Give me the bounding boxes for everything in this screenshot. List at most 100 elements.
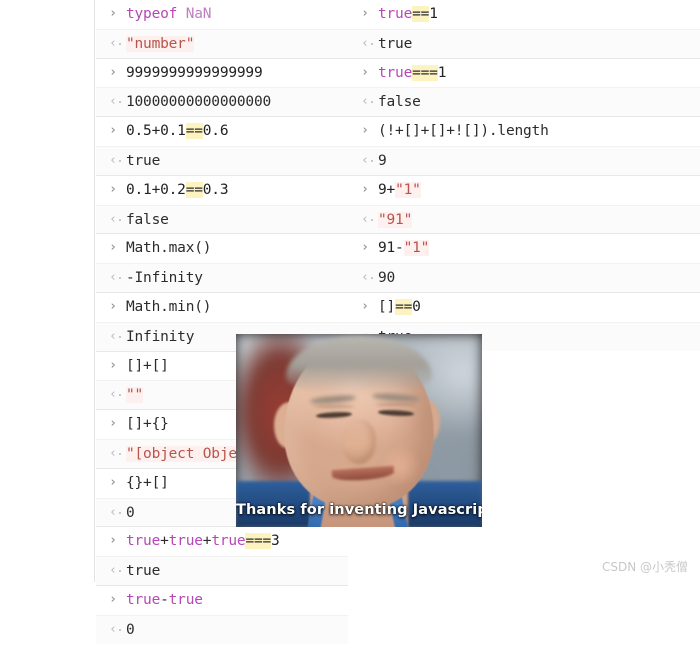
prompt-output-icon: ‹ — [356, 264, 374, 293]
console-expression: 0.1+0.2==0.3 — [126, 181, 229, 198]
meme-image: Thanks for inventing Javascript — [236, 334, 482, 527]
console-log-group[interactable]: › true-true ‹ 0 — [96, 585, 348, 644]
console-output-row[interactable]: ‹ -Infinity — [96, 263, 348, 292]
console-result-string: "number" — [126, 35, 195, 52]
console-result-number: 0 — [126, 504, 135, 521]
console-log-group[interactable]: › 9+"1" ‹ "91" — [348, 175, 700, 235]
console-expression: (!+[]+[]+![]).length — [378, 123, 549, 139]
code-token-kw: true — [378, 64, 413, 81]
code-token-kw: true — [168, 533, 203, 550]
console-output-row[interactable]: ‹ 90 — [348, 263, 700, 292]
code-token-hl: == — [185, 181, 203, 198]
prompt-input-icon: › — [361, 123, 369, 139]
csdn-watermark: CSDN @小秃僧 — [601, 560, 688, 574]
console-output-row[interactable]: ‹true — [96, 145, 348, 175]
prompt-input-icon: › — [109, 357, 117, 373]
console-result-boolean: false — [378, 94, 421, 111]
code-token-plain: {}+[] — [126, 474, 169, 491]
prompt-output-icon: ‹ — [356, 206, 374, 235]
code-token-num: 3 — [271, 533, 280, 550]
console-input-row[interactable]: › true==1 — [348, 0, 700, 29]
console-output-row[interactable]: ‹ "91" — [348, 204, 700, 235]
prompt-input-icon: › — [109, 6, 117, 21]
prompt-input-icon: › — [361, 298, 369, 314]
console-input-row[interactable]: › true===1 — [348, 58, 700, 88]
console-output-row[interactable]: ‹ "number" — [96, 28, 348, 58]
console-log-group[interactable]: › Math.max() ‹ -Infinity — [96, 234, 348, 293]
console-output-row[interactable]: ‹ false — [348, 87, 700, 117]
console-output-row[interactable]: ‹ false — [96, 204, 348, 235]
code-token-hl: === — [412, 64, 438, 81]
code-token-num: 9999999999999999 — [126, 64, 263, 81]
console-output-row[interactable]: ‹true — [96, 556, 348, 585]
code-token-plain: [] — [378, 298, 396, 315]
prompt-output-icon: ‹ — [356, 30, 374, 59]
code-token-plain: []+[] — [126, 357, 169, 374]
meme-caption: Thanks for inventing Javascript — [236, 502, 482, 518]
console-log-group[interactable]: › true===1 ‹ false — [348, 58, 700, 118]
console-input-row[interactable]: › []==0 — [348, 292, 700, 322]
console-log-group[interactable]: › 0.5+0.1==0.6 ‹ true — [96, 117, 348, 176]
code-token-plain: Math.max() — [126, 240, 212, 257]
code-token-kw: true — [211, 533, 246, 550]
console-log-group[interactable]: › 91-"1" ‹ 90 — [348, 234, 700, 293]
code-token-plain: - — [160, 591, 169, 608]
console-result-number: Infinity — [126, 328, 195, 345]
console-output-row[interactable]: ‹true — [348, 28, 700, 59]
code-token-kw: typeof — [126, 6, 178, 22]
console-output-row[interactable]: ‹ 9 — [348, 145, 700, 175]
console-expression: true-true — [126, 592, 203, 608]
prompt-output-icon: ‹ — [104, 206, 122, 235]
code-token-kw: true — [168, 591, 203, 608]
console-input-row[interactable]: › (!+[]+[]+![]).length — [348, 117, 700, 146]
console-input-row[interactable]: › Math.min() — [96, 292, 348, 322]
console-expression: 0.5+0.1==0.6 — [126, 123, 229, 140]
prompt-output-icon: ‹ — [104, 381, 122, 410]
console-log-group[interactable]: › true+true+true===3 ‹ true — [96, 527, 348, 586]
code-token-num: 0 — [412, 298, 421, 315]
console-expression: []==0 — [378, 298, 421, 315]
prompt-output-icon: ‹ — [356, 88, 374, 117]
console-log-group[interactable]: › true==1 ‹ true — [348, 0, 700, 59]
prompt-output-icon: ‹ — [104, 88, 122, 117]
code-token-num: 0.5+0.1 — [126, 123, 186, 140]
console-input-row[interactable]: › 0.5+0.1==0.6 — [96, 117, 348, 146]
code-token-num: 91- — [378, 240, 404, 257]
console-log-group[interactable]: › 9999999999999999 ‹ 10000000000000000 — [96, 58, 348, 118]
console-input-row[interactable]: › 91-"1" — [348, 234, 700, 264]
code-token-num: 0.6 — [202, 123, 229, 140]
code-token-str: "1" — [403, 240, 430, 257]
console-input-row[interactable]: › true-true — [96, 585, 348, 615]
code-token-kw: true — [126, 533, 161, 550]
console-output-row[interactable]: ‹ 0 — [96, 614, 348, 644]
console-log-group[interactable]: › (!+[]+[]+![]).length ‹ 9 — [348, 117, 700, 176]
console-input-row[interactable]: › 9999999999999999 — [96, 58, 348, 88]
code-token-num: 1 — [437, 64, 447, 81]
console-log-group[interactable]: › typeof NaN ‹ "number" — [96, 0, 348, 59]
console-expression: {}+[] — [126, 475, 169, 491]
console-input-row[interactable]: › 9+"1" — [348, 175, 700, 205]
console-input-row[interactable]: › typeof NaN — [96, 0, 348, 29]
console-input-row[interactable]: › Math.max() — [96, 234, 348, 264]
prompt-input-icon: › — [361, 6, 369, 21]
prompt-input-icon: › — [109, 240, 117, 256]
console-output-row[interactable]: ‹ 10000000000000000 — [96, 87, 348, 117]
console-result-number: 9 — [378, 152, 387, 169]
page-left-margin — [0, 0, 95, 582]
prompt-output-icon: ‹ — [104, 499, 122, 528]
console-expression: 91-"1" — [378, 240, 430, 257]
console-input-row[interactable]: › 0.1+0.2==0.3 — [96, 175, 348, 205]
code-token-ident: NaN — [185, 6, 212, 22]
console-input-row[interactable]: › true+true+true===3 — [96, 527, 348, 557]
console-log-group[interactable]: › 0.1+0.2==0.3 ‹ false — [96, 175, 348, 235]
console-result-number: 10000000000000000 — [126, 94, 272, 111]
prompt-input-icon: › — [361, 240, 369, 256]
code-token-num: 9+ — [378, 181, 396, 198]
devtools-console-screenshot: › typeof NaN ‹ "number" › 9999999999999999 ‹ 10… — [0, 0, 700, 644]
code-token-kw: true — [378, 6, 413, 22]
code-token-plain: + — [160, 533, 169, 550]
prompt-input-icon: › — [361, 64, 369, 80]
code-token-num: 0.3 — [202, 181, 229, 198]
prompt-output-icon: ‹ — [104, 264, 122, 293]
